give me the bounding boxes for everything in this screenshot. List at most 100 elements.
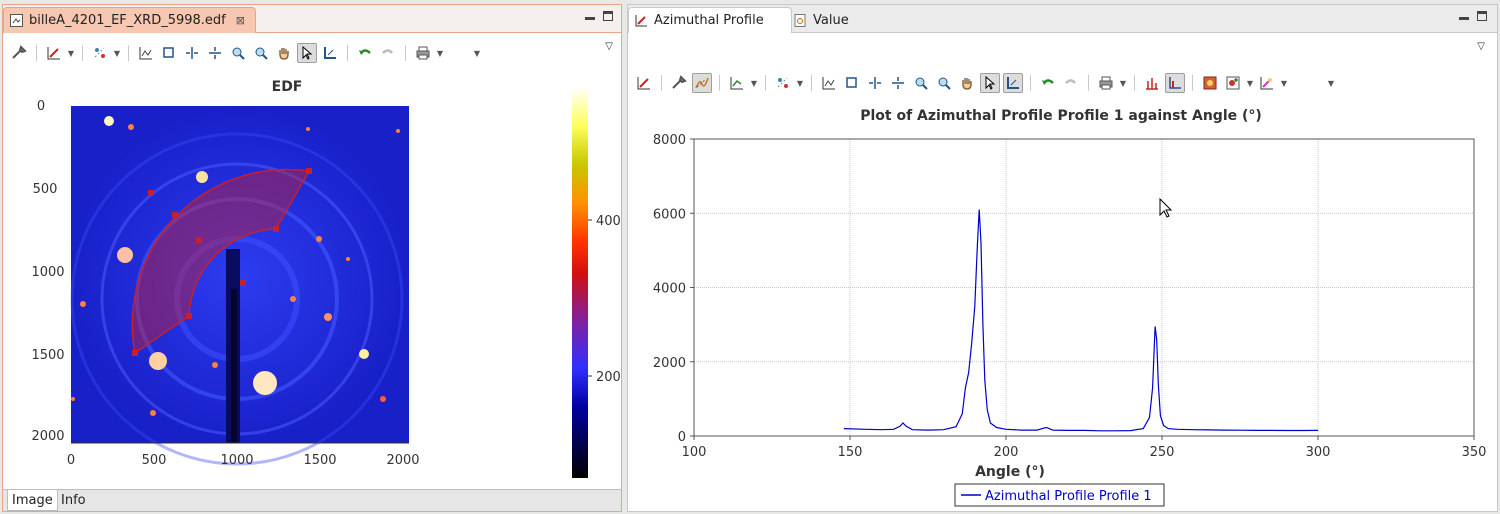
toolbar-separator bbox=[765, 75, 766, 91]
select-pointer-icon[interactable] bbox=[297, 43, 317, 63]
chart-title: Plot of Azimuthal Profile Profile 1 agai… bbox=[860, 108, 1262, 124]
toolbar-separator bbox=[451, 45, 452, 61]
y-tick-label: 8000 bbox=[653, 133, 686, 148]
y-tick-label: 6000 bbox=[653, 207, 686, 222]
axes-icon[interactable] bbox=[1003, 73, 1023, 93]
peak-fit-icon[interactable] bbox=[1142, 73, 1162, 93]
configure-icon[interactable] bbox=[669, 73, 689, 93]
y-tick-label: 2000 bbox=[31, 429, 64, 444]
x-tick-label: 250 bbox=[1150, 445, 1175, 460]
colorbar[interactable] bbox=[572, 86, 588, 478]
tab-value-label: Value bbox=[813, 12, 849, 28]
regions-dropdown-icon[interactable]: ▼ bbox=[796, 73, 804, 93]
pan-hand-icon[interactable] bbox=[274, 43, 294, 63]
y-tick-label: 0 bbox=[678, 430, 686, 445]
tab-edf-file-label: billeA_4201_EF_XRD_5998.edf bbox=[29, 13, 226, 28]
roi-handle[interactable] bbox=[186, 313, 192, 319]
plot-type-dropdown-icon[interactable]: ▼ bbox=[67, 43, 75, 63]
azimuthal-profile-chart[interactable]: Plot of Azimuthal Profile Profile 1 agai… bbox=[628, 101, 1497, 511]
zoom-in-icon[interactable] bbox=[911, 73, 931, 93]
minimize-icon[interactable] bbox=[1459, 17, 1469, 20]
roi-handle[interactable] bbox=[240, 280, 246, 286]
y-tick-label: 0 bbox=[37, 99, 45, 114]
zoom-out-icon[interactable] bbox=[251, 43, 271, 63]
print-dropdown-icon[interactable]: ▼ bbox=[1119, 73, 1127, 93]
x-tick-label: 200 bbox=[994, 445, 1019, 460]
roi-handle[interactable] bbox=[148, 190, 154, 196]
zoom-horizontal-icon[interactable] bbox=[182, 43, 202, 63]
toolbar-separator bbox=[82, 45, 83, 61]
regions-icon[interactable] bbox=[773, 73, 793, 93]
x-tick-label: 100 bbox=[682, 445, 707, 460]
view-menu-dropdown-icon[interactable]: ▼ bbox=[473, 43, 481, 63]
y-tick-label: 2000 bbox=[653, 356, 686, 371]
line-tracing-icon[interactable] bbox=[692, 73, 712, 93]
configure-icon[interactable] bbox=[9, 43, 29, 63]
select-pointer-icon[interactable] bbox=[980, 73, 1000, 93]
print-icon[interactable] bbox=[413, 43, 433, 63]
x-tick-label: 0 bbox=[67, 453, 75, 468]
axes-icon[interactable] bbox=[320, 43, 340, 63]
diffraction-icon[interactable] bbox=[1257, 73, 1277, 93]
diffraction-dropdown-icon[interactable]: ▼ bbox=[1280, 73, 1288, 93]
tab-value[interactable]: Value bbox=[788, 7, 859, 33]
profile-view-menu-dropdown-icon[interactable]: ▼ bbox=[1327, 73, 1335, 93]
undo-icon[interactable] bbox=[355, 43, 375, 63]
zoom-box-icon[interactable] bbox=[842, 73, 862, 93]
redo-icon[interactable] bbox=[1061, 73, 1081, 93]
roi-handle[interactable] bbox=[172, 212, 178, 218]
masking-dropdown-icon[interactable]: ▼ bbox=[1246, 73, 1254, 93]
zoom-box-icon[interactable] bbox=[159, 43, 179, 63]
toolbar-separator bbox=[661, 75, 662, 91]
image-histogram-icon[interactable] bbox=[1200, 73, 1220, 93]
add-trace-dropdown-icon[interactable]: ▼ bbox=[750, 73, 758, 93]
tab-info[interactable]: Info bbox=[57, 490, 90, 511]
tab-azimuthal-profile[interactable]: Azimuthal Profile bbox=[628, 7, 792, 33]
toolbar-separator bbox=[719, 75, 720, 91]
undo-icon[interactable] bbox=[1038, 73, 1058, 93]
roi-handle[interactable] bbox=[306, 168, 312, 174]
derivative-icon[interactable] bbox=[1165, 73, 1185, 93]
image-y-axis-ticks: 0 500 1000 1500 2000 bbox=[31, 99, 64, 444]
regions-icon[interactable] bbox=[90, 43, 110, 63]
maximize-icon[interactable] bbox=[603, 11, 613, 21]
roi-handle[interactable] bbox=[273, 226, 279, 232]
roi-handle[interactable] bbox=[132, 350, 138, 356]
print-icon[interactable] bbox=[1096, 73, 1116, 93]
toolbar-separator bbox=[1192, 75, 1193, 91]
add-trace-icon[interactable] bbox=[727, 73, 747, 93]
image-plot[interactable]: EDF 0 500 1000 1500 2000 0 500 1000 1500… bbox=[3, 69, 621, 489]
print-dropdown-icon[interactable]: ▼ bbox=[436, 43, 444, 63]
zoom-vertical-icon[interactable] bbox=[205, 43, 225, 63]
zoom-out-icon[interactable] bbox=[934, 73, 954, 93]
series-line bbox=[843, 209, 1319, 432]
minimize-icon[interactable] bbox=[585, 17, 595, 20]
tab-edf-file[interactable]: billeA_4201_EF_XRD_5998.edf ⊠ bbox=[3, 7, 256, 33]
view-menu-icon[interactable]: ▽ bbox=[1477, 41, 1485, 52]
view-tab-bar: Azimuthal Profile Value bbox=[628, 5, 1497, 33]
pan-hand-icon[interactable] bbox=[957, 73, 977, 93]
zoom-in-icon[interactable] bbox=[228, 43, 248, 63]
maximize-icon[interactable] bbox=[1477, 11, 1487, 21]
plot-type-icon[interactable] bbox=[634, 73, 654, 93]
toolbar-separator bbox=[36, 45, 37, 61]
image-file-icon bbox=[10, 14, 23, 27]
redo-icon[interactable] bbox=[378, 43, 398, 63]
window-controls bbox=[585, 11, 613, 21]
autoscale-icon[interactable] bbox=[819, 73, 839, 93]
regions-dropdown-icon[interactable]: ▼ bbox=[113, 43, 121, 63]
masking-icon[interactable] bbox=[1223, 73, 1243, 93]
close-icon[interactable]: ⊠ bbox=[236, 14, 245, 27]
view-menu-icon[interactable]: ▽ bbox=[605, 41, 613, 52]
chart-series bbox=[843, 209, 1319, 432]
plot-type-icon[interactable] bbox=[44, 43, 64, 63]
zoom-horizontal-icon[interactable] bbox=[865, 73, 885, 93]
x-tick-label: 1500 bbox=[303, 453, 336, 468]
colorbar-tick-label: 400 bbox=[596, 214, 621, 229]
zoom-vertical-icon[interactable] bbox=[888, 73, 908, 93]
roi-handle[interactable] bbox=[196, 237, 202, 243]
x-tick-label: 1000 bbox=[220, 453, 253, 468]
autoscale-icon[interactable] bbox=[136, 43, 156, 63]
tab-image[interactable]: Image bbox=[7, 490, 58, 511]
profile-view-pane: Azimuthal Profile Value ▽ ▼ ▼ ▼ ▼ ▼ ▼ Pl… bbox=[627, 4, 1498, 512]
